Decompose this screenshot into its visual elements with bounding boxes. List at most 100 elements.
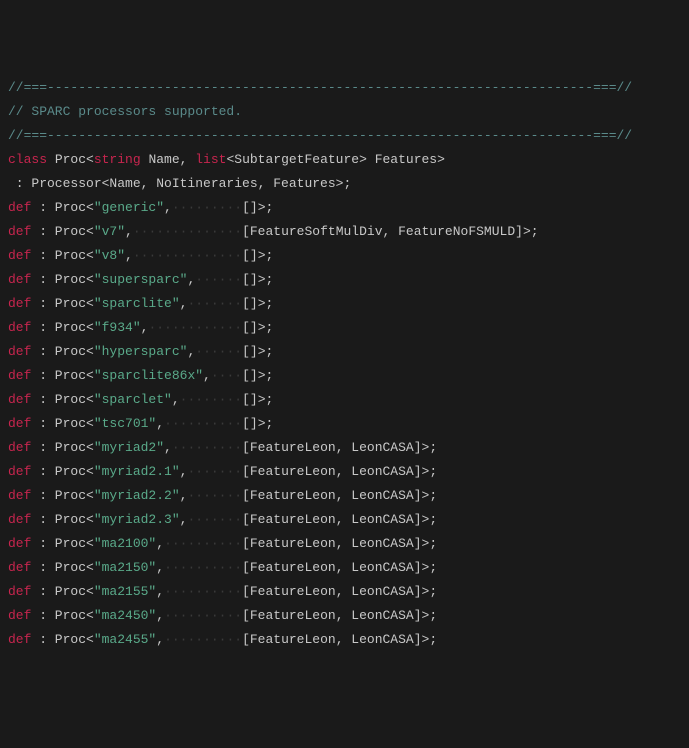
comment-title: // SPARC processors supported. [8, 104, 242, 119]
comment-separator: //===-----------------------------------… [8, 128, 632, 143]
proc-name: "ma2455" [94, 632, 156, 647]
proc-features: [FeatureLeon, LeonCASA] [242, 464, 421, 479]
keyword-list: list [195, 152, 226, 167]
keyword-def: def [8, 392, 31, 407]
whitespace-dots: ·········· [164, 416, 242, 431]
whitespace-dots: ·········· [164, 560, 242, 575]
def-line-tsc701: def : Proc<"tsc701",··········[]>; [8, 412, 681, 436]
keyword-def: def [8, 512, 31, 527]
whitespace-dots: ···· [211, 368, 242, 383]
proc-name: "sparclite" [94, 296, 180, 311]
proc-name: "supersparc" [94, 272, 188, 287]
proc-features: [] [242, 416, 258, 431]
code-block: //===-----------------------------------… [8, 76, 681, 652]
whitespace-dots: ·········· [164, 536, 242, 551]
whitespace-dots: ······· [187, 296, 242, 311]
keyword-def: def [8, 416, 31, 431]
proc-name: "sparclite86x" [94, 368, 203, 383]
proc-name: "sparclet" [94, 392, 172, 407]
def-line-f934: def : Proc<"f934",············[]>; [8, 316, 681, 340]
keyword-def: def [8, 344, 31, 359]
class-decl-line1: class Proc<string Name, list<SubtargetFe… [8, 148, 681, 172]
proc-features: [] [242, 392, 258, 407]
keyword-def: def [8, 440, 31, 455]
proc-name: "myriad2.2" [94, 488, 180, 503]
proc-name: "v7" [94, 224, 125, 239]
whitespace-dots: ·········· [164, 632, 242, 647]
whitespace-dots: ······ [195, 344, 242, 359]
proc-name: "f934" [94, 320, 141, 335]
whitespace-dots: ······ [195, 272, 242, 287]
whitespace-dots: ·········· [164, 584, 242, 599]
proc-features: [FeatureLeon, LeonCASA] [242, 608, 421, 623]
whitespace-dots: ········· [172, 440, 242, 455]
def-line-myriad2: def : Proc<"myriad2",·········[FeatureLe… [8, 436, 681, 460]
keyword-def: def [8, 560, 31, 575]
proc-features: [FeatureLeon, LeonCASA] [242, 536, 421, 551]
def-line-myriad2.1: def : Proc<"myriad2.1",·······[FeatureLe… [8, 460, 681, 484]
proc-features: [FeatureLeon, LeonCASA] [242, 512, 421, 527]
comment-separator: //===-----------------------------------… [8, 80, 632, 95]
keyword-def: def [8, 320, 31, 335]
proc-name: "tsc701" [94, 416, 156, 431]
keyword-def: def [8, 464, 31, 479]
proc-features: [FeatureLeon, LeonCASA] [242, 584, 421, 599]
keyword-def: def [8, 536, 31, 551]
proc-features: [FeatureSoftMulDiv, FeatureNoFSMULD] [242, 224, 523, 239]
proc-name: "generic" [94, 200, 164, 215]
proc-features: [] [242, 248, 258, 263]
proc-name: "myriad2.1" [94, 464, 180, 479]
proc-name: "hypersparc" [94, 344, 188, 359]
def-line-ma2150: def : Proc<"ma2150",··········[FeatureLe… [8, 556, 681, 580]
keyword-def: def [8, 272, 31, 287]
keyword-def: def [8, 584, 31, 599]
proc-features: [] [242, 368, 258, 383]
keyword-def: def [8, 248, 31, 263]
whitespace-dots: ·············· [133, 224, 242, 239]
proc-features: [FeatureLeon, LeonCASA] [242, 560, 421, 575]
whitespace-dots: ············ [148, 320, 242, 335]
keyword-def: def [8, 368, 31, 383]
whitespace-dots: ······· [187, 464, 242, 479]
proc-name: "ma2100" [94, 536, 156, 551]
def-line-myriad2.3: def : Proc<"myriad2.3",·······[FeatureLe… [8, 508, 681, 532]
proc-features: [] [242, 296, 258, 311]
def-line-v8: def : Proc<"v8",··············[]>; [8, 244, 681, 268]
def-line-supersparc: def : Proc<"supersparc",······[]>; [8, 268, 681, 292]
keyword-def: def [8, 200, 31, 215]
def-line-v7: def : Proc<"v7",··············[FeatureSo… [8, 220, 681, 244]
proc-features: [FeatureLeon, LeonCASA] [242, 488, 421, 503]
proc-name: "v8" [94, 248, 125, 263]
proc-name: "ma2150" [94, 560, 156, 575]
proc-features: [FeatureLeon, LeonCASA] [242, 440, 421, 455]
proc-features: [] [242, 200, 258, 215]
keyword-def: def [8, 296, 31, 311]
keyword-string: string [94, 152, 141, 167]
keyword-def: def [8, 224, 31, 239]
header-title: // SPARC processors supported. [8, 100, 681, 124]
keyword-def: def [8, 632, 31, 647]
keyword-def: def [8, 608, 31, 623]
def-line-ma2155: def : Proc<"ma2155",··········[FeatureLe… [8, 580, 681, 604]
def-line-sparclite: def : Proc<"sparclite",·······[]>; [8, 292, 681, 316]
proc-features: [FeatureLeon, LeonCASA] [242, 632, 421, 647]
proc-features: [] [242, 344, 258, 359]
def-line-generic: def : Proc<"generic",·········[]>; [8, 196, 681, 220]
proc-features: [] [242, 272, 258, 287]
def-line-sparclite86x: def : Proc<"sparclite86x",····[]>; [8, 364, 681, 388]
class-decl-line2: : Processor<Name, NoItineraries, Feature… [8, 172, 681, 196]
def-line-myriad2.2: def : Proc<"myriad2.2",·······[FeatureLe… [8, 484, 681, 508]
proc-name: "ma2450" [94, 608, 156, 623]
whitespace-dots: ········ [180, 392, 242, 407]
keyword-def: def [8, 488, 31, 503]
keyword-class: class [8, 152, 47, 167]
proc-name: "myriad2" [94, 440, 164, 455]
whitespace-dots: ······· [187, 512, 242, 527]
whitespace-dots: ······· [187, 488, 242, 503]
proc-features: [] [242, 320, 258, 335]
header-sep-bottom: //===-----------------------------------… [8, 124, 681, 148]
def-line-sparclet: def : Proc<"sparclet",········[]>; [8, 388, 681, 412]
proc-name: "myriad2.3" [94, 512, 180, 527]
header-sep-top: //===-----------------------------------… [8, 76, 681, 100]
def-line-ma2100: def : Proc<"ma2100",··········[FeatureLe… [8, 532, 681, 556]
